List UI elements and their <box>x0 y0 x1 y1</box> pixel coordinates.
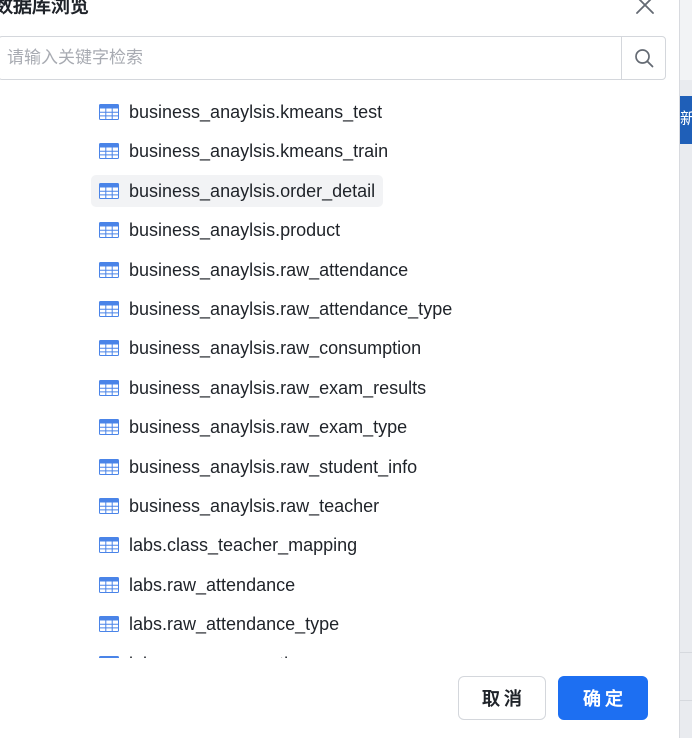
database-browse-dialog: 数据库浏览 business_anaylsis.kmeans_testbusin… <box>0 0 680 738</box>
table-icon <box>99 616 119 632</box>
table-name: business_anaylsis.kmeans_train <box>129 140 389 161</box>
table-list-item[interactable]: labs.raw_attendance <box>91 569 303 601</box>
table-icon <box>99 459 119 475</box>
table-icon <box>99 301 119 317</box>
table-name: labs.raw_attendance <box>129 574 296 595</box>
table-name: business_anaylsis.product <box>129 219 341 240</box>
table-icon <box>99 380 119 396</box>
table-name: business_anaylsis.raw_consumption <box>129 337 422 358</box>
table-icon <box>99 104 119 120</box>
table-name: business_anaylsis.kmeans_test <box>129 101 383 122</box>
table-name: business_anaylsis.order_detail <box>129 180 376 201</box>
table-list-item[interactable]: business_anaylsis.raw_student_info <box>91 451 425 483</box>
cancel-button[interactable]: 取消 <box>458 676 546 720</box>
table-list-item[interactable]: business_anaylsis.product <box>91 214 348 246</box>
confirm-button[interactable]: 确定 <box>558 676 648 720</box>
table-icon <box>99 143 119 159</box>
search-input[interactable] <box>0 37 619 79</box>
table-name: business_anaylsis.raw_student_info <box>129 456 418 477</box>
table-icon <box>99 340 119 356</box>
background-button-label: 新 <box>680 111 692 128</box>
table-list-item[interactable]: business_anaylsis.kmeans_test <box>91 96 390 128</box>
table-name: business_anaylsis.raw_attendance <box>129 259 409 280</box>
table-list-item[interactable]: business_anaylsis.raw_attendance_type <box>91 293 460 325</box>
dialog-title: 数据库浏览 <box>0 0 90 17</box>
close-icon <box>636 0 654 14</box>
table-list-item[interactable]: labs.raw_attendance_type <box>91 608 347 640</box>
background-button[interactable]: 新 <box>680 96 692 144</box>
table-name: labs.class_teacher_mapping <box>129 534 358 555</box>
table-list-item[interactable]: business_anaylsis.order_detail <box>91 175 384 207</box>
table-list-item[interactable]: business_anaylsis.raw_attendance <box>91 254 416 286</box>
table-list-item[interactable]: business_anaylsis.raw_exam_type <box>91 411 415 443</box>
search-icon <box>635 49 654 68</box>
table-icon <box>99 537 119 553</box>
background-panel: 新 <box>680 0 692 738</box>
table-icon <box>99 656 119 658</box>
table-name: labs.raw_consumption <box>129 654 308 659</box>
table-icon <box>99 419 119 435</box>
search-button[interactable] <box>622 37 666 79</box>
table-name: business_anaylsis.raw_teacher <box>129 495 380 516</box>
table-icon <box>99 262 119 278</box>
table-name: business_anaylsis.raw_attendance_type <box>129 298 453 319</box>
table-list[interactable]: business_anaylsis.kmeans_test business_an… <box>0 92 680 658</box>
table-icon <box>99 183 119 199</box>
search-box <box>0 36 666 80</box>
table-icon <box>99 222 119 238</box>
close-button[interactable] <box>634 0 656 16</box>
table-list-item[interactable]: business_anaylsis.kmeans_train <box>91 135 396 167</box>
table-list-item[interactable]: business_anaylsis.raw_exam_results <box>91 372 434 404</box>
table-name: labs.raw_attendance_type <box>129 613 340 634</box>
table-icon <box>99 498 119 514</box>
table-list-item[interactable]: business_anaylsis.raw_consumption <box>91 332 429 364</box>
table-list-item[interactable]: labs.raw_consumption <box>91 648 316 658</box>
table-name: business_anaylsis.raw_exam_type <box>129 416 408 437</box>
table-name: business_anaylsis.raw_exam_results <box>129 377 427 398</box>
table-list-item[interactable]: business_anaylsis.raw_teacher <box>91 490 387 522</box>
table-icon <box>99 577 119 593</box>
table-list-item[interactable]: labs.class_teacher_mapping <box>91 529 365 561</box>
